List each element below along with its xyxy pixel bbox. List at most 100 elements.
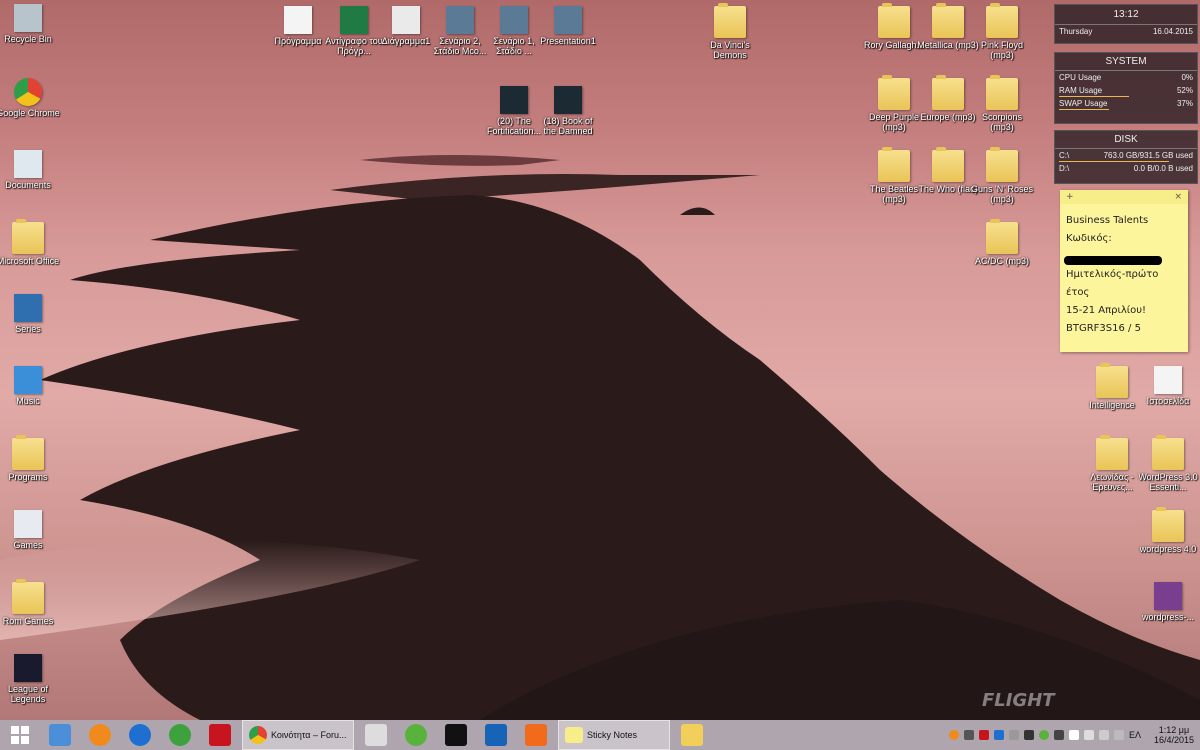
language-indicator[interactable]: ΕΛ xyxy=(1129,730,1141,740)
folder-icon xyxy=(986,147,1018,182)
system-tray: ΕΛ 1:12 μμ 16/4/2015 xyxy=(948,720,1200,750)
wifi-icon[interactable] xyxy=(1098,730,1109,740)
taskbar-malwarebytes[interactable] xyxy=(120,720,160,750)
chrome-icon xyxy=(249,726,267,744)
taskbar-outlook[interactable] xyxy=(476,720,516,750)
tray-app-icon[interactable] xyxy=(963,730,974,740)
desktop-icon[interactable]: WordPress 3.0 Essenti... xyxy=(1136,435,1200,492)
desktop-icon-label: Pink Floyd (mp3) xyxy=(980,40,1024,60)
desktop-icon[interactable]: Guns 'N' Roses (mp3) xyxy=(970,147,1034,204)
shield-tray-icon[interactable] xyxy=(1023,730,1034,740)
taskbar-cmd[interactable] xyxy=(436,720,476,750)
desktop-icon[interactable]: League of Legends xyxy=(0,654,60,704)
wallpaper-watermark: FLIGHT xyxy=(982,690,1055,711)
redaction-scribble xyxy=(1064,256,1162,265)
desktop-icon[interactable]: Games xyxy=(0,510,60,550)
folder-icon xyxy=(714,3,746,38)
desktop-icon[interactable]: Programs xyxy=(0,435,60,482)
desktop-icon-label: Ιστοσελίδα xyxy=(1146,396,1190,406)
network-tray-icon[interactable] xyxy=(993,730,1004,740)
video-icon xyxy=(554,86,582,114)
desktop-icon[interactable]: (18) Book of the Damned xyxy=(536,86,600,136)
note-close-button[interactable]: × xyxy=(1174,192,1182,202)
flag-tray-icon[interactable] xyxy=(978,730,989,740)
utorrent-tray-icon[interactable] xyxy=(1038,730,1049,740)
desktop-icon-label: Da Vinci's Demons xyxy=(710,40,750,60)
system-row-value: 37% xyxy=(1176,99,1193,108)
disk-row-value: 763.0 GB/931.5 GB used xyxy=(1103,151,1193,160)
desktop-icon[interactable]: Intelligence xyxy=(1080,363,1144,410)
excel-icon xyxy=(340,6,368,34)
media-player-icon xyxy=(525,724,547,746)
music-icon xyxy=(14,366,42,394)
onedrive-tray-icon[interactable] xyxy=(1068,730,1079,740)
desktop-icon-label: (18) Book of the Damned xyxy=(543,116,593,136)
desktop-icon[interactable]: wordpress 4.0 xyxy=(1136,507,1200,554)
taskbar-xbox[interactable] xyxy=(160,720,200,750)
desktop-icon-label: WordPress 3.0 Essenti... xyxy=(1138,472,1198,492)
sync-tray-icon[interactable] xyxy=(1053,730,1064,740)
taskbar-avast[interactable] xyxy=(80,720,120,750)
taskbar-sticky-notes-window[interactable]: Sticky Notes xyxy=(558,720,670,750)
tool-tray-icon[interactable] xyxy=(1008,730,1019,740)
desktop-icon[interactable]: Scorpions (mp3) xyxy=(970,75,1034,132)
control-panel-icon xyxy=(49,724,71,746)
clock-gadget[interactable]: 13:12 Thursday 16.04.2015 xyxy=(1054,4,1198,44)
desktop-icon[interactable]: Ιστοσελίδα xyxy=(1136,366,1200,406)
disk-row: D:\ 0.0 B/0.0 B used xyxy=(1055,162,1197,175)
avast-icon xyxy=(89,724,111,746)
taskbar-utorrent[interactable] xyxy=(396,720,436,750)
desktop-icon[interactable]: Music xyxy=(0,366,60,406)
video-icon xyxy=(500,86,528,114)
desktop-icon[interactable]: wordpress-... xyxy=(1136,582,1200,622)
taskbar-flash[interactable] xyxy=(200,720,240,750)
volume-icon[interactable] xyxy=(1113,730,1124,740)
desktop-icon-label: Google Chrome xyxy=(0,108,60,118)
taskbar-date: 16/4/2015 xyxy=(1153,735,1194,745)
taskbar-control-panel[interactable] xyxy=(40,720,80,750)
folder-icon xyxy=(1152,507,1184,542)
xbox-icon xyxy=(169,724,191,746)
sticky-note[interactable]: + × Business Talents Κωδικός: Ημιτελικός… xyxy=(1060,190,1188,352)
desktop-icon[interactable]: AC/DC (mp3) xyxy=(970,219,1034,266)
usage-bar xyxy=(1059,109,1109,110)
system-row: RAM Usage 52% xyxy=(1055,84,1197,97)
desktop-icon[interactable]: Series xyxy=(0,294,60,334)
taskbar-hdd[interactable] xyxy=(356,720,396,750)
desktop-icon-label: Guns 'N' Roses (mp3) xyxy=(971,184,1033,204)
desktop-icon-label: League of Legends xyxy=(7,684,49,704)
desktop-icon[interactable]: Documents xyxy=(0,150,60,190)
clock-time: 13:12 xyxy=(1055,5,1197,25)
note-add-button[interactable]: + xyxy=(1066,192,1074,202)
start-button[interactable] xyxy=(0,720,40,750)
note-text[interactable]: Business Talents Κωδικός: Ημιτελικός-πρώ… xyxy=(1060,204,1188,346)
desktop-icon-label: Microsoft Office xyxy=(0,256,60,266)
folder-icon xyxy=(986,219,1018,254)
taskbar-chrome-window[interactable]: Κοινότητα – Foru... xyxy=(242,720,354,750)
taskbar-media-player[interactable] xyxy=(516,720,556,750)
series-icon xyxy=(14,294,42,322)
documents-icon xyxy=(14,150,42,178)
desktop-icon[interactable]: Da Vinci's Demons xyxy=(698,3,762,60)
desktop-icon[interactable]: Rom Games xyxy=(0,579,60,626)
avast-tray-icon[interactable] xyxy=(948,730,959,740)
desktop-icon[interactable]: Pink Floyd (mp3) xyxy=(970,3,1034,60)
desktop-icon[interactable]: Recycle Bin xyxy=(0,4,60,44)
disk-gadget[interactable]: DISK C:\ 763.0 GB/931.5 GB used D:\ 0.0 B/0… xyxy=(1054,130,1198,184)
malwarebytes-icon xyxy=(129,724,151,746)
desktop-icon-label: Documents xyxy=(5,180,51,190)
clock-date: 16.04.2015 xyxy=(1152,27,1193,36)
action-center-icon[interactable] xyxy=(1083,730,1094,740)
folder-icon xyxy=(1152,435,1184,470)
folder-icon xyxy=(1096,435,1128,470)
desktop-icon[interactable]: Πρόγραμμα xyxy=(266,6,330,46)
desktop-icon[interactable]: Google Chrome xyxy=(0,78,60,118)
desktop-icon[interactable]: Presentation1 xyxy=(536,6,600,46)
desktop-icon[interactable]: Microsoft Office xyxy=(0,219,60,266)
taskbar-clock[interactable]: 1:12 μμ 16/4/2015 xyxy=(1154,725,1194,745)
taskbar-file-explorer[interactable] xyxy=(672,720,712,750)
desktop-icon[interactable]: Λεωνίδας - Έρευνες... xyxy=(1080,435,1144,492)
games-icon xyxy=(14,510,42,538)
taskbar-time: 1:12 μμ xyxy=(1158,725,1190,735)
system-gadget[interactable]: SYSTEM CPU Usage 0% RAM Usage 52% SWAP Usage… xyxy=(1054,52,1198,124)
